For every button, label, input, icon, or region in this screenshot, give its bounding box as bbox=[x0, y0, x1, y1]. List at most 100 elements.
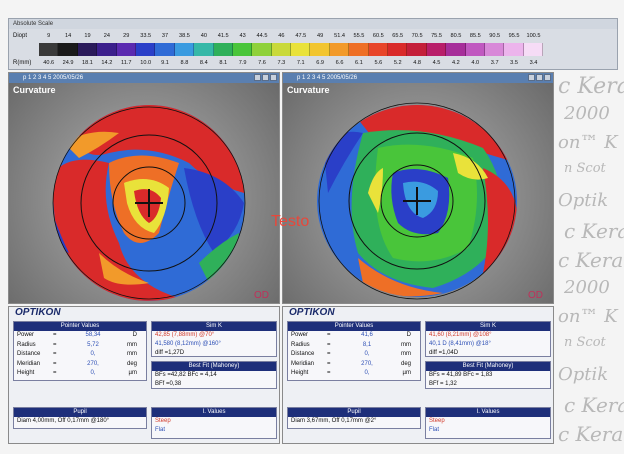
simk-line-1: 42,85 (7,88mm) @70° bbox=[155, 332, 215, 338]
pointer-name: Distance bbox=[17, 351, 41, 357]
right-map-label: Curvature bbox=[287, 85, 330, 95]
left-info-panel: OPTIKON Pointer Values Power = 58,34 D Radiu… bbox=[8, 306, 280, 444]
dioptre-value: 14 bbox=[64, 33, 72, 39]
brand-watermark-line: Optik bbox=[558, 364, 609, 385]
brand-watermark-line: Optik bbox=[558, 190, 609, 211]
pupil-header: Pupil bbox=[288, 408, 420, 417]
radius-value: 6.1 bbox=[355, 60, 363, 66]
brand-watermark-line: c Kera bbox=[558, 248, 624, 272]
dioptre-value: 70.5 bbox=[411, 33, 423, 39]
pointer-value: 270, bbox=[361, 360, 373, 367]
dioptre-value: 55.5 bbox=[353, 33, 365, 39]
dioptre-value: 24 bbox=[103, 33, 110, 39]
ivalues-header: I. Values bbox=[426, 408, 550, 417]
color-swatch bbox=[407, 43, 427, 56]
dioptre-value: 29 bbox=[123, 33, 130, 39]
left-map-label: Curvature bbox=[13, 85, 56, 95]
dioptre-value: 19 bbox=[84, 33, 91, 39]
brand-watermark-line: c Kera bbox=[558, 74, 624, 99]
radius-row: R(mm) 40.6 24.9 18.1 14.2 11.7 10.0 9.1 8.8 8.4 8… bbox=[13, 58, 543, 68]
radius-values: 40.6 24.9 18.1 14.2 11.7 10.0 9.1 8.8 8.4 8.1 7.9 7… bbox=[39, 60, 543, 66]
right-pointer-box: Pointer Values Power = 41,6 D Radius = 8,1 mm Di… bbox=[287, 321, 421, 381]
dioptre-value: 46 bbox=[278, 33, 285, 39]
pointer-row: Radius = 8,1 mm bbox=[288, 341, 420, 351]
dioptre-value: 80.5 bbox=[450, 33, 462, 39]
simk-header: Sim K bbox=[152, 322, 276, 331]
radius-value: 14.2 bbox=[101, 60, 113, 66]
dioptre-value: 65.5 bbox=[392, 33, 404, 39]
dioptre-value: 85.5 bbox=[469, 33, 481, 39]
radius-value: 6.9 bbox=[316, 60, 325, 66]
pointer-eq: = bbox=[53, 341, 57, 348]
optikon-logo: OPTIKON bbox=[289, 307, 335, 318]
topography-screen: { "scale": { "title": "Absolute Scale", … bbox=[0, 0, 624, 454]
maximize-icon[interactable] bbox=[262, 74, 269, 81]
maximize-icon[interactable] bbox=[536, 74, 543, 81]
color-swatch bbox=[213, 43, 233, 56]
pointer-unit: mm bbox=[401, 341, 411, 348]
simk-line-3: diff =1,04D bbox=[429, 350, 459, 356]
color-swatch bbox=[77, 43, 98, 56]
close-icon[interactable] bbox=[544, 74, 551, 81]
pointer-value: 0, bbox=[364, 370, 370, 376]
close-icon[interactable] bbox=[270, 74, 277, 81]
color-scale: Absolute Scale Diopt 9 14 19 24 29 33.5 37 38.5… bbox=[8, 18, 618, 70]
right-curvature-map[interactable]: Curvature OD bbox=[283, 83, 553, 303]
dioptres-values: 9 14 19 24 29 33.5 37 38.5 40 41.5 43 44.5 46 47.5 49 5… bbox=[39, 33, 543, 39]
pointer-value: 0, bbox=[90, 351, 96, 357]
window-controls[interactable] bbox=[528, 74, 551, 81]
radius-value: 10.0 bbox=[140, 60, 152, 66]
watermark-text: Testo bbox=[271, 213, 310, 230]
radius-value: 9.1 bbox=[161, 60, 169, 66]
minimize-icon[interactable] bbox=[254, 74, 261, 81]
window-controls[interactable] bbox=[254, 74, 277, 81]
brand-watermark-line: n Scot bbox=[564, 161, 606, 176]
radius-value: 3.5 bbox=[510, 60, 518, 66]
ivalues-header: I. Values bbox=[152, 408, 276, 417]
left-panel-titlebar[interactable]: p 1 2 3 4 5 2005/05/26 bbox=[9, 73, 279, 83]
pointer-unit: D bbox=[406, 332, 411, 338]
left-od-label: OD bbox=[254, 290, 269, 301]
color-swatch bbox=[368, 43, 389, 56]
color-swatch bbox=[232, 43, 253, 56]
pointer-eq: = bbox=[327, 332, 331, 338]
right-map-panel[interactable]: p 1 2 3 4 5 2005/05/26 Curvature OD bbox=[282, 72, 554, 304]
dioptre-value: 60.5 bbox=[372, 33, 384, 39]
left-map-panel[interactable]: p 1 2 3 4 5 2005/05/26 Curvature OD bbox=[8, 72, 280, 304]
right-panel-titlebar[interactable]: p 1 2 3 4 5 2005/05/26 bbox=[283, 73, 553, 83]
pointer-unit: µm bbox=[128, 370, 137, 376]
dioptre-value: 44.5 bbox=[256, 33, 268, 39]
pointer-unit: µm bbox=[402, 370, 411, 376]
pointer-name: Power bbox=[17, 332, 35, 338]
pointer-name: Height bbox=[17, 370, 35, 376]
dioptre-value: 49 bbox=[317, 33, 324, 39]
bestfit-line-1: BFs = 41,89 BFc = 1,83 bbox=[429, 372, 493, 378]
color-swatch bbox=[135, 43, 156, 56]
radius-value: 3.7 bbox=[490, 60, 499, 66]
dioptre-value: 43 bbox=[239, 33, 246, 39]
pointer-row: Distance = 0, mm bbox=[14, 350, 146, 360]
minimize-icon[interactable] bbox=[528, 74, 535, 81]
color-swatch bbox=[116, 43, 136, 56]
bestfit-line-2: BFf =0,38 bbox=[155, 381, 182, 387]
left-bestfit-box: Best Fit (Mahoney) BFs =42,82 BFc = 4,14… bbox=[151, 361, 277, 389]
left-panel-title: p 1 2 3 4 5 2005/05/26 bbox=[23, 75, 84, 81]
right-simk-box: Sim K 41,60 (8,21mm) @108° 40,1 D (8,41m… bbox=[425, 321, 551, 357]
optikon-logo: OPTIKON bbox=[15, 307, 61, 318]
color-swatch bbox=[155, 43, 175, 56]
simk-line-2: 40,1 D (8,41mm) @18° bbox=[429, 341, 491, 347]
ivalues-steep: Steep bbox=[155, 418, 171, 424]
radius-value: 8.1 bbox=[219, 60, 228, 66]
brand-watermark-line: c Kera bbox=[564, 219, 624, 243]
left-curvature-map[interactable]: Curvature OD bbox=[9, 83, 279, 303]
color-swatch bbox=[329, 43, 350, 56]
pointer-row: Meridian = 270, deg bbox=[288, 360, 420, 370]
pointer-name: Power bbox=[291, 332, 309, 338]
pointer-value: 8,1 bbox=[362, 341, 372, 348]
color-swatch bbox=[426, 43, 447, 56]
ivalues-flat: Flat bbox=[429, 427, 440, 433]
radius-value: 7.3 bbox=[277, 60, 286, 66]
simk-line-3: diff =1,27D bbox=[155, 350, 185, 356]
pointer-rows: Power = 41,6 D Radius = 8,1 mm Distance = 0, mm Meri… bbox=[288, 331, 420, 379]
left-ivalues-box: I. Values Steep Flat bbox=[151, 407, 277, 439]
